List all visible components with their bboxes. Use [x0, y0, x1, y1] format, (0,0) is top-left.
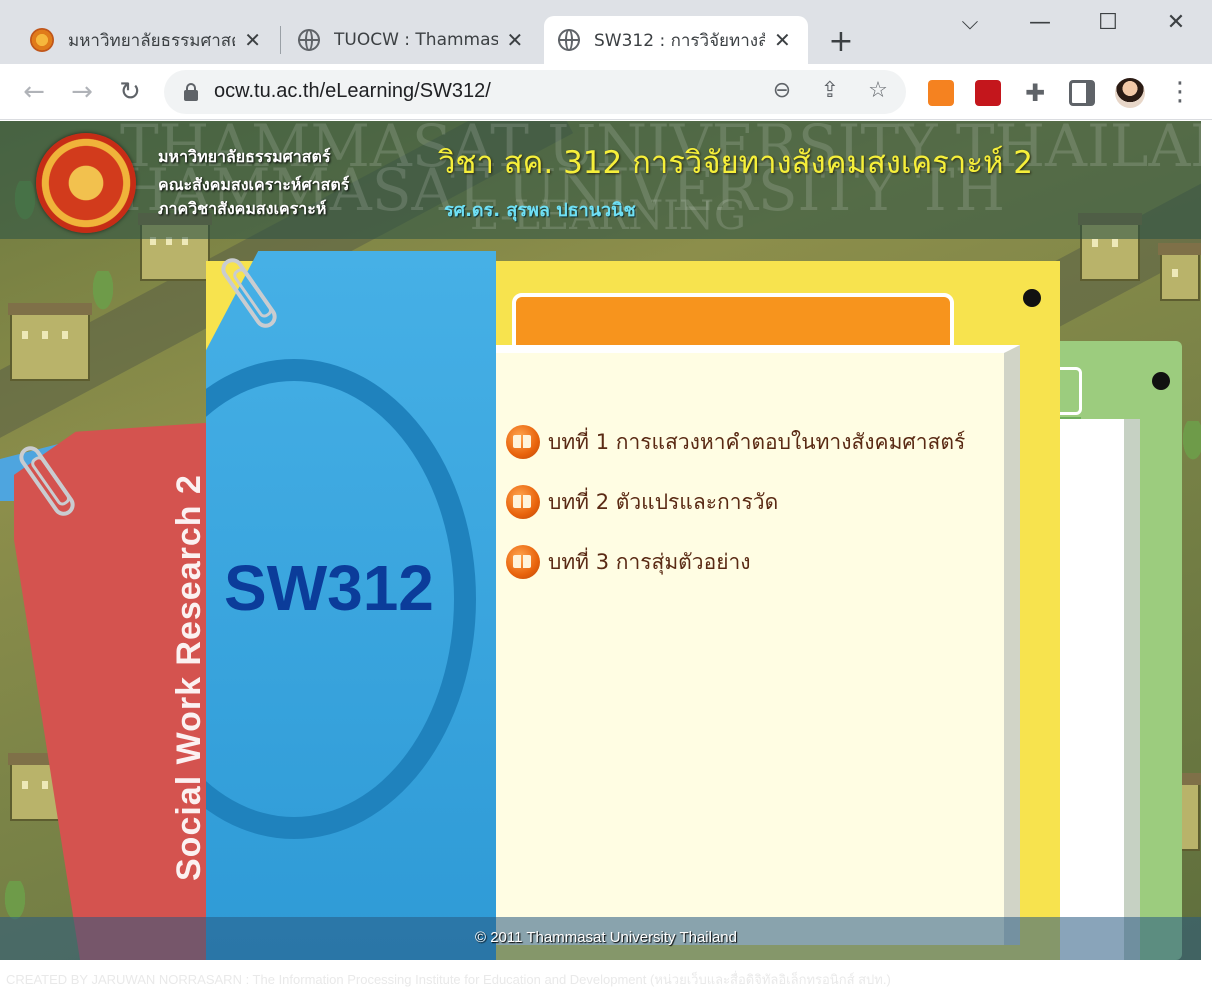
tab-search-icon[interactable]: ⌵	[950, 10, 990, 35]
close-window-icon[interactable]: ✕	[1156, 10, 1196, 35]
tu-seal-icon	[30, 28, 54, 52]
credit-text: CREATED BY JARUWAN NORRASARN : The Infor…	[6, 972, 891, 987]
course-title: วิชา สค. 312 การวิจัยทางสังคมสงเคราะห์ 2	[438, 145, 1033, 181]
chapter-label[interactable]: บทที่ 1 การแสวงหาคำตอบในทางสังคมศาสตร์	[548, 426, 965, 459]
maximize-icon[interactable]: ☐	[1088, 10, 1128, 35]
binder-hole	[1152, 372, 1170, 390]
tab-tuocw[interactable]: TUOCW : Thammasat ✕	[284, 16, 540, 64]
building-decoration	[1158, 243, 1201, 301]
lock-icon[interactable]	[184, 83, 198, 101]
tree-decoration	[90, 271, 116, 315]
department-name: ภาควิชาสังคมสงเคราะห์	[158, 199, 327, 218]
reload-icon[interactable]: ↻	[114, 76, 146, 108]
copyright-text: © 2011 Thammasat University Thailand	[474, 929, 737, 946]
course-page: THAMMASAT UNIVERSITY THAILAND THAMMASAT …	[0, 121, 1201, 960]
thammasat-seal-logo	[36, 133, 136, 233]
book-icon	[506, 425, 540, 459]
forward-arrow-icon[interactable]: →	[66, 76, 98, 108]
chapter-link-2[interactable]: บทที่ 2 ตัวแปรและการวัด	[506, 482, 778, 522]
url-text[interactable]: ocw.tu.ac.th/eLearning/SW312/	[214, 80, 491, 103]
new-tab-button[interactable]: +	[826, 24, 856, 59]
side-panel-icon[interactable]	[1069, 80, 1095, 106]
back-arrow-icon[interactable]: ←	[18, 76, 50, 108]
university-name: มหาวิทยาลัยธรรมศาสตร์	[158, 147, 331, 166]
instructor-name: รศ.ดร. สุรพล ปธานวนิช	[444, 200, 636, 221]
close-tab-icon[interactable]: ✕	[504, 28, 526, 52]
tree-decoration	[1180, 421, 1201, 465]
youtube-extension-icon[interactable]	[975, 80, 1001, 106]
binder-hole	[1023, 289, 1041, 307]
chapter-link-1[interactable]: บทที่ 1 การแสวงหาคำตอบในทางสังคมศาสตร์	[506, 422, 965, 462]
tab-title: SW312 : การวิจัยทางสังค	[594, 30, 765, 51]
flash-extension-icon[interactable]	[928, 80, 954, 106]
address-bar[interactable]: ocw.tu.ac.th/eLearning/SW312/ ⊖ ⇪ ☆	[164, 70, 906, 114]
browser-toolbar: ← → ↻ ocw.tu.ac.th/eLearning/SW312/ ⊖ ⇪ …	[0, 64, 1212, 120]
globe-icon	[558, 29, 580, 51]
faculty-name: คณะสังคมสงเคราะห์ศาสตร์	[158, 175, 350, 194]
bookmark-star-icon[interactable]: ☆	[864, 78, 892, 103]
chapter-label[interactable]: บทที่ 3 การสุ่มตัวอย่าง	[548, 546, 751, 579]
zoom-out-icon[interactable]: ⊖	[768, 78, 796, 103]
tab-thammasat-university[interactable]: มหาวิทยาลัยธรรมศาสตร์ ✕	[16, 16, 278, 64]
profile-avatar[interactable]	[1115, 78, 1145, 108]
minimize-icon[interactable]: —	[1020, 10, 1060, 35]
browser-tab-strip: มหาวิทยาลัยธรรมศาสตร์ ✕ TUOCW : Thammasa…	[0, 0, 1212, 64]
share-icon[interactable]: ⇪	[816, 78, 844, 103]
globe-icon	[298, 29, 320, 51]
chapter-link-3[interactable]: บทที่ 3 การสุ่มตัวอย่าง	[506, 542, 751, 582]
tab-title: TUOCW : Thammasat	[334, 30, 498, 50]
course-code: SW312	[224, 552, 434, 624]
chapter-label[interactable]: บทที่ 2 ตัวแปรและการวัด	[548, 486, 778, 519]
building-decoration	[8, 303, 92, 381]
book-icon	[506, 545, 540, 579]
book-icon	[506, 485, 540, 519]
tab-separator	[280, 26, 281, 54]
tab-sw312[interactable]: SW312 : การวิจัยทางสังค ✕	[544, 16, 808, 64]
puzzle-extension-icon[interactable]: ✚	[1022, 80, 1048, 106]
tab-title: มหาวิทยาลัยธรรมศาสตร์	[68, 30, 236, 51]
close-tab-icon[interactable]: ✕	[241, 28, 264, 52]
page-right-margin	[1201, 121, 1212, 997]
course-english-title: Social Work Research 2	[170, 474, 208, 881]
more-menu-icon[interactable]: ⋮	[1164, 76, 1196, 108]
close-tab-icon[interactable]: ✕	[771, 28, 794, 52]
